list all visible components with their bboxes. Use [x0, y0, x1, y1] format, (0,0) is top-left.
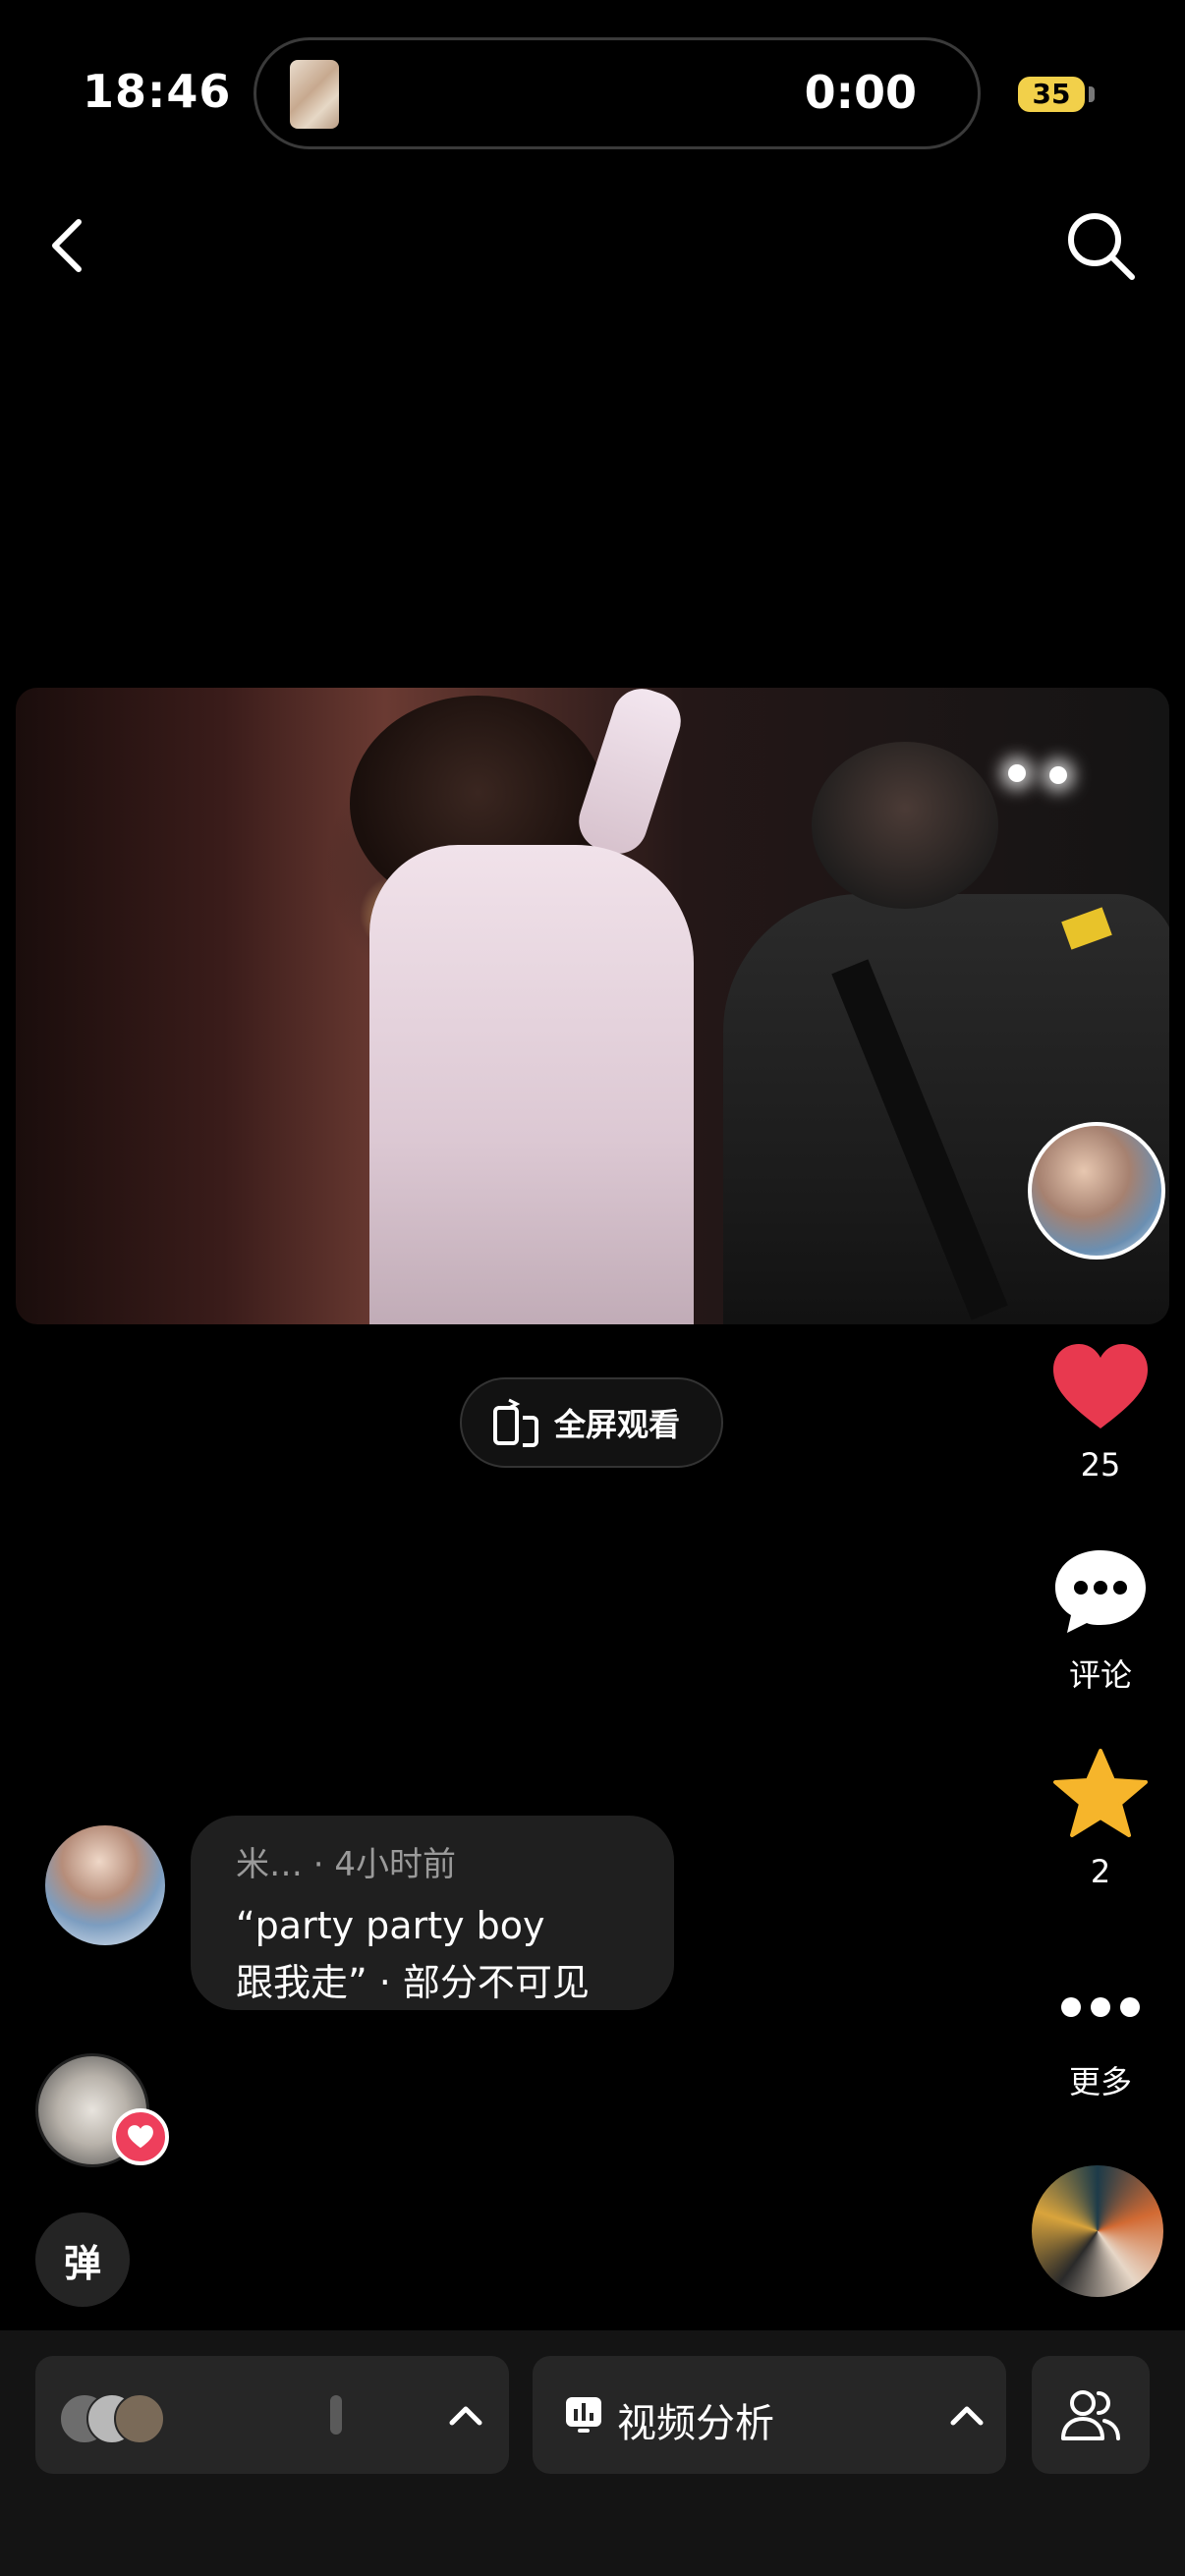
comment-button[interactable]: 评论 [1042, 1544, 1159, 1696]
more-button[interactable]: 更多 [1042, 1983, 1159, 2102]
chevron-up-icon [950, 2406, 984, 2426]
comment-text-line1: “party party boy [236, 1904, 545, 1947]
battery-indicator: 35 [1018, 77, 1085, 112]
viewer-avatars [59, 2393, 187, 2444]
now-playing-timer: 0:00 [804, 66, 917, 119]
search-icon [1068, 213, 1135, 280]
now-playing-thumbnail [290, 60, 339, 129]
comment-avatar[interactable] [45, 1825, 165, 1945]
video-player[interactable] [16, 688, 1169, 1324]
comment-bubble[interactable]: 米… · 4小时前 “party party boy 跟我走” · 部分不可见 [191, 1816, 674, 2010]
people-icon [1061, 2390, 1120, 2440]
star-icon [1053, 1749, 1148, 1837]
search-button[interactable] [1061, 206, 1140, 285]
video-light [1008, 764, 1026, 782]
video-figure-head-right [812, 742, 998, 909]
viewer-avatar [114, 2393, 165, 2444]
status-time: 18:46 [83, 65, 232, 118]
comment-icon [1055, 1550, 1146, 1633]
video-light [1049, 766, 1067, 784]
video-analysis-label: 视频分析 [617, 2401, 774, 2446]
liker-heart-badge [112, 2108, 169, 2165]
comment-meta: 米… · 4小时前 [236, 1845, 457, 1884]
battery-cap [1089, 86, 1095, 102]
now-playing-island[interactable]: 0:00 [254, 37, 981, 149]
fullscreen-rotate-icon [493, 1398, 538, 1447]
like-button[interactable]: 25 [1042, 1340, 1159, 1484]
viewers-placeholder [330, 2395, 342, 2435]
fullscreen-button[interactable]: 全屏观看 [460, 1377, 723, 1468]
video-analysis-button[interactable]: 视频分析 [533, 2356, 1006, 2474]
creator-avatar[interactable] [1028, 1122, 1165, 1260]
back-button[interactable] [39, 206, 102, 285]
fullscreen-label: 全屏观看 [554, 1406, 681, 1443]
comment-text-line2: 跟我走” · 部分不可见 [236, 1961, 590, 2004]
video-figure-left [369, 845, 694, 1324]
viewers-panel-button[interactable] [35, 2356, 509, 2474]
like-count: 25 [1080, 1446, 1121, 1484]
comment-text: “party party boy 跟我走” · 部分不可见 [236, 1897, 674, 2011]
favorite-count: 2 [1090, 1853, 1111, 1890]
comment-label: 评论 [1068, 1656, 1132, 1694]
friends-button[interactable] [1032, 2356, 1150, 2474]
heart-icon [128, 2125, 153, 2149]
more-icon [1061, 1997, 1140, 2017]
heart-icon [1053, 1344, 1148, 1428]
bar-chart-icon [566, 2397, 601, 2433]
back-icon [52, 219, 82, 272]
chevron-up-icon [449, 2406, 482, 2426]
danmu-button[interactable]: 弹 [35, 2212, 130, 2307]
more-label: 更多 [1068, 2063, 1132, 2100]
music-disc[interactable] [1032, 2165, 1163, 2297]
favorite-button[interactable]: 2 [1042, 1747, 1159, 1890]
